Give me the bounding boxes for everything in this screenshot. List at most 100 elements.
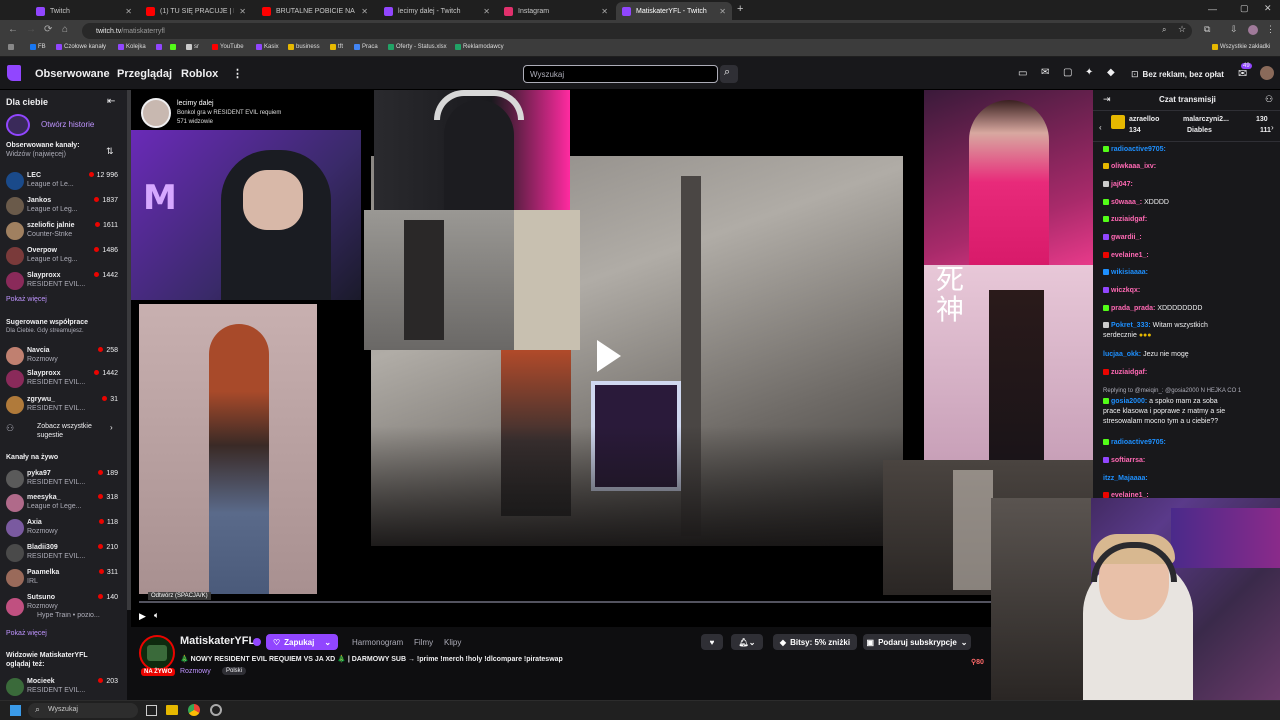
nav-roblox[interactable]: Roblox [181, 68, 218, 80]
sidebar-channel-bladii309[interactable]: Bladii309 RESIDENT EVIL... 210 [6, 542, 122, 564]
bookmark-icon[interactable] [156, 44, 162, 50]
progress-bar[interactable] [139, 601, 991, 603]
volume-icon[interactable]: 🔈︎ [154, 610, 159, 621]
stream-category[interactable]: Rozmowy [180, 668, 211, 675]
browser-tab[interactable]: (1) TU SIĘ PRACUJE | MYŚLAŁA✕ [140, 2, 252, 20]
inbox-icon[interactable]: ▭ [1018, 68, 1027, 79]
close-icon[interactable]: ✕ [719, 7, 726, 16]
bookmark-icon[interactable] [170, 44, 176, 50]
tab-clips[interactable]: Klipy [444, 638, 461, 647]
sidebar-channel-szeliofic[interactable]: szeliofic jalnie Counter-Strike 1611 [6, 220, 122, 242]
channel-avatar[interactable] [139, 635, 175, 671]
bookmark-kasix[interactable]: Kasix [256, 44, 279, 50]
sidebar-channel-pyka97[interactable]: pyka97 RESIDENT EVIL... 189 [6, 468, 122, 490]
bits-button[interactable]: ◆ Bitsy: 5% zniżki [773, 634, 857, 650]
browser-tab[interactable]: Twitch ✕ [30, 2, 138, 20]
nav-browse[interactable]: Przeglądaj [117, 68, 172, 80]
player-play-icon[interactable]: ▶ [139, 611, 146, 622]
bookmark-tft[interactable]: tft [330, 44, 343, 50]
sidebar-channel-jankos[interactable]: Jankos League of Leg... 1837 [6, 195, 122, 217]
sidebar-channel-paamelka[interactable]: Paamelka IRL 311 [6, 567, 122, 589]
video-player[interactable]: M lecimy dalej Bonkol gra w RESIDENT EVI… [131, 90, 1093, 627]
close-icon[interactable]: ✕ [125, 7, 132, 16]
channel-name[interactable]: MatiskaterYFL [180, 635, 255, 647]
user-avatar[interactable] [1260, 66, 1274, 80]
play-icon[interactable] [597, 340, 621, 372]
profile-avatar[interactable] [1248, 25, 1258, 35]
browser-tab[interactable]: BRUTALNE POBICIE NA IMPREZ✕ [256, 2, 374, 20]
window-close-icon[interactable]: ✕ [1264, 3, 1272, 14]
apps-icon[interactable] [8, 44, 14, 50]
chrome-icon[interactable] [188, 704, 200, 716]
sidebar-channel-zgrywu[interactable]: zgrywu_ RESIDENT EVIL... 31 [6, 394, 122, 416]
follow-button[interactable]: ♡ Zapukaj ⌄ [266, 634, 338, 650]
bookmark-reklamodawcy[interactable]: Reklamodawcy [455, 44, 504, 50]
sidebar-channel-slayproxx[interactable]: Slayproxx RESIDENT EVIL... 1442 [6, 270, 122, 292]
extensions-icon[interactable]: ⧉ [1204, 24, 1210, 35]
new-tab-icon[interactable]: + [737, 3, 743, 15]
ad-free-button[interactable]: ⊡ Bez reklam, bez opłat [1128, 66, 1224, 82]
nav-following[interactable]: Obserwowane [35, 68, 110, 80]
sidebar-channel-mocieek[interactable]: Mocieek RESIDENT EVIL... 203 [6, 676, 122, 698]
close-icon[interactable]: ✕ [483, 7, 490, 16]
bookmark-oferty[interactable]: Oferty - Status.xlsx [388, 44, 447, 50]
all-bookmarks[interactable]: Wszystkie zakładki [1212, 44, 1270, 50]
show-more-live[interactable]: Pokaż więcej [6, 630, 47, 637]
show-more-followed[interactable]: Pokaż więcej [6, 296, 47, 303]
forward-icon[interactable]: → [26, 24, 36, 35]
browser-tab[interactable]: Instagram ✕ [498, 2, 614, 20]
twitch-logo-icon[interactable] [7, 65, 21, 81]
language-tag[interactable]: Polski [222, 667, 247, 675]
search-input[interactable]: Wyszukaj [523, 65, 718, 83]
sidebar-channel-meesyka[interactable]: meesyka_ League of Lege... 318 [6, 492, 122, 514]
history-icon[interactable] [6, 114, 30, 136]
search-button[interactable]: ⌕ [720, 65, 738, 83]
bookmark-czolowe-kanaly[interactable]: Czołowe kanały [56, 44, 106, 50]
gift-sub-button[interactable]: ▣ Podaruj subskrypcje ⌄ [863, 634, 971, 650]
maximize-icon[interactable]: ▢ [1240, 3, 1249, 14]
close-icon[interactable]: ✕ [601, 7, 608, 16]
bookmark-fb[interactable]: FB [30, 44, 46, 50]
collapse-sidebar-icon[interactable]: ⇤ [107, 96, 115, 107]
browser-tab-active[interactable]: MatiskaterYFL - Twitch ✕ [616, 2, 732, 20]
sidebar-channel-lec[interactable]: LEC League of Le... 12 996 [6, 170, 122, 192]
whisper-icon[interactable]: ▢ [1063, 67, 1072, 78]
tab-schedule[interactable]: Harmonogram [352, 638, 403, 647]
prime-icon[interactable]: ✦ [1085, 67, 1093, 78]
sidebar-channel-overpow[interactable]: Overpow League of Leg... 1486 [6, 245, 122, 267]
bits-icon[interactable]: ◆ [1107, 67, 1115, 78]
see-all-suggestions[interactable]: ⚇ Zobacz wszystkie sugestie › [6, 420, 122, 440]
bookmark-star-icon[interactable]: ☆ [1178, 24, 1186, 35]
close-icon[interactable]: ✕ [361, 7, 368, 16]
sidebar-channel-slayproxx[interactable]: Slayproxx RESIDENT EVIL... 1442 [6, 368, 122, 390]
followed-sort[interactable]: Widzów (najwięcej) [6, 151, 66, 158]
bookmark-sr[interactable]: sr [186, 44, 199, 50]
browser-tab[interactable]: lecimy dalej - Twitch ✕ [378, 2, 496, 20]
bookmark-kolejka[interactable]: Kolejka [118, 44, 146, 50]
more-icon[interactable]: ⋮ [232, 67, 243, 80]
back-icon[interactable]: ← [8, 24, 18, 35]
app-icon[interactable] [210, 704, 222, 716]
open-history-link[interactable]: Otwórz historie [41, 120, 94, 129]
url-input[interactable]: twitch.tv/matiskaterryfl [82, 23, 1192, 39]
sidebar-channel-axia[interactable]: Axia Rozmowy 118 [6, 517, 122, 539]
reload-icon[interactable]: ⟳ [44, 24, 52, 35]
zoom-icon[interactable]: ⌕ [1162, 25, 1166, 35]
menu-icon[interactable]: ⋮ [1266, 24, 1275, 35]
chevron-right-icon[interactable]: › [1271, 123, 1274, 132]
close-icon[interactable]: ✕ [239, 7, 246, 16]
notifications-bell-button[interactable]: 🔔︎⌄ [731, 634, 763, 650]
like-heart-button[interactable]: ♥ [701, 634, 723, 650]
taskbar-search[interactable]: ⌕ Wyszukaj [28, 703, 138, 718]
chevron-left-icon[interactable]: ‹ [1099, 123, 1102, 132]
mail-icon[interactable]: ✉ [1041, 67, 1049, 78]
users-icon[interactable]: ⚇ [1265, 94, 1273, 105]
sidebar-channel-sutsuno[interactable]: Sutsuno Rozmowy 140 Hype Train • pozio... [6, 592, 122, 622]
sidebar-channel-navcia[interactable]: Navcia Rozmowy 258 [6, 345, 122, 367]
downloads-icon[interactable]: ⇩ [1230, 24, 1238, 35]
tab-videos[interactable]: Filmy [414, 638, 433, 647]
collapse-chat-icon[interactable]: ⇥ [1103, 94, 1111, 105]
task-view-icon[interactable] [146, 705, 157, 716]
sort-icon[interactable]: ⇅ [106, 146, 114, 157]
home-icon[interactable]: ⌂ [62, 24, 68, 35]
